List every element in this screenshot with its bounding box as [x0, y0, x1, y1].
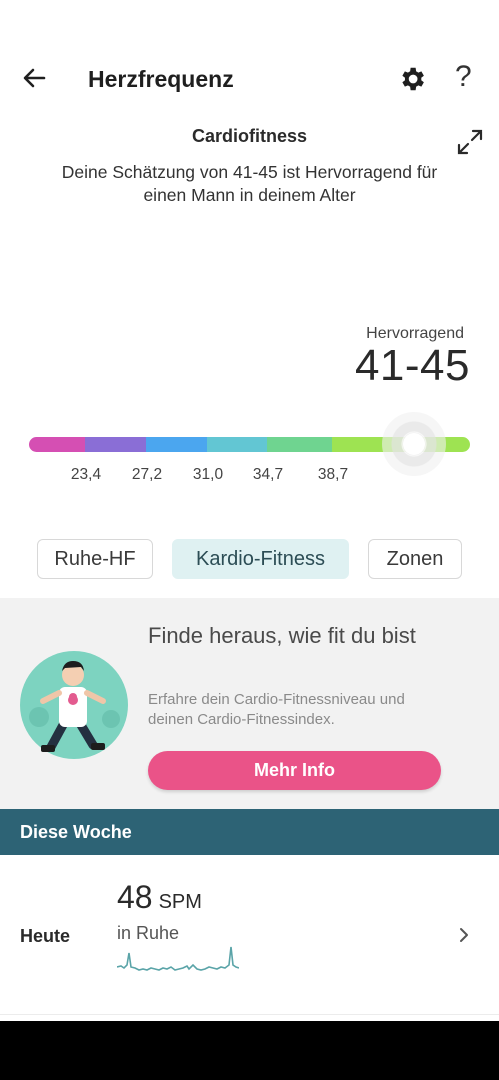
scale-marker [403, 433, 425, 455]
rating-value: 41-45 [354, 341, 470, 390]
gear-icon[interactable] [397, 64, 427, 94]
page-title: Herzfrequenz [88, 66, 234, 92]
more-info-button[interactable]: Mehr Info [148, 751, 441, 790]
expand-icon[interactable] [455, 127, 485, 157]
chevron-right-icon [460, 928, 468, 942]
day-label: Heute [20, 926, 71, 946]
arrow-left-icon[interactable] [18, 62, 50, 94]
scale-tick: 27,2 [131, 466, 163, 483]
cardio-description: Deine Schätzung von 41-45 ist Hervorrage… [61, 162, 438, 205]
scale-tick: 34,7 [252, 466, 284, 483]
scale-tick: 38,7 [317, 466, 349, 483]
help-button[interactable]: ? [455, 60, 472, 94]
promo-card: Finde heraus, wie fit du bist Erfahre de… [0, 598, 499, 809]
tab-zonen[interactable]: Zonen [368, 539, 462, 579]
section-title: Cardiofitness [191, 126, 308, 146]
promo-text: Erfahre dein Cardio-Fitnessniveau und de… [148, 691, 405, 728]
tab-kardio-fitness[interactable]: Kardio-Fitness [172, 539, 349, 579]
scale-segment [207, 437, 267, 452]
scale-segment [29, 437, 85, 452]
scale-tick: 23,4 [70, 466, 102, 483]
top-app-bar: Herzfrequenz ? [0, 48, 499, 112]
resting-hr-value: 48 SPM [117, 879, 202, 916]
runner-illustration [20, 651, 128, 759]
scale-segment [146, 437, 207, 452]
list-item[interactable]: Heute 48 SPM in Ruhe [0, 855, 499, 1015]
scale-tick: 31,0 [192, 466, 224, 483]
heart-rate-sparkline [117, 946, 239, 971]
metric-tabs: Ruhe-HF Kardio-Fitness Zonen [0, 539, 499, 579]
hr-unit: SPM [158, 891, 202, 913]
scale-segment [267, 437, 332, 452]
hr-number: 48 [117, 879, 153, 915]
hr-subtitle: in Ruhe [117, 923, 180, 943]
system-navigation-bar [0, 1021, 499, 1080]
promo-title: Finde heraus, wie fit du bist [148, 623, 416, 648]
scale-segment [85, 437, 146, 452]
week-header: Diese Woche [0, 809, 499, 855]
tab-ruhe-hf[interactable]: Ruhe-HF [37, 539, 153, 579]
